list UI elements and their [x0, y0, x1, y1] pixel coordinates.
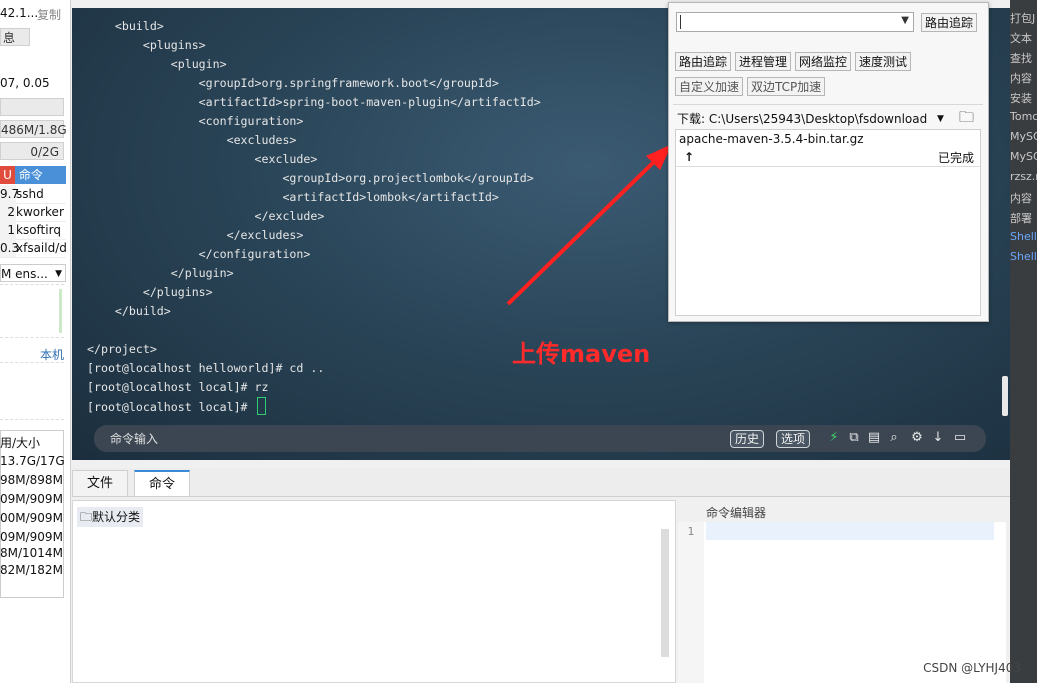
copy-link[interactable]: 复制	[37, 6, 61, 23]
tool-dual-tcp-accel[interactable]: 双边TCP加速	[747, 77, 826, 96]
copy-icon[interactable]: ⧉	[846, 430, 862, 446]
memory-bar: 486M/1.8G	[0, 120, 67, 138]
cpu-column-header[interactable]: U	[0, 166, 15, 184]
default-category[interactable]: 🗀默认分类	[77, 507, 144, 527]
tool-speed-test[interactable]: 速度测试	[855, 52, 912, 71]
command-input-bar[interactable]: 命令输入 历史 选项 ⚡ ⧉ ▤ ⌕ ⚙ ↓ ▭	[94, 425, 986, 452]
download-file-name: apache-maven-3.5.4-bin.tar.gz	[679, 132, 864, 146]
disk-row: 82M/182M	[0, 563, 63, 577]
latency-graph	[0, 362, 64, 420]
bottom-tabbar: 文件 命令	[72, 468, 1010, 497]
process-row[interactable]: 0.3xfsaild/d	[0, 239, 67, 258]
command-input-placeholder: 命令输入	[110, 432, 159, 446]
process-row[interactable]: 1ksoftirq	[0, 221, 66, 240]
network-interface-select[interactable]: M ens... ▼	[0, 264, 66, 282]
disk-row: 98M/898M	[0, 473, 63, 487]
info-button[interactable]: 息	[0, 28, 30, 46]
process-row[interactable]: 9.7sshd	[0, 185, 66, 204]
search-icon[interactable]: ⌕	[886, 430, 902, 446]
line-number-gutter: 1	[678, 522, 704, 683]
command-editor[interactable]: 1	[678, 522, 1006, 683]
command-editor-label: 命令编辑器	[706, 506, 767, 520]
annotation-label: 上传maven	[512, 340, 651, 368]
download-status: 已完成	[937, 151, 974, 165]
download-path-bar: 下载: C:\Users\25943\Desktop\fsdownload ▼ …	[677, 107, 983, 129]
history-button[interactable]: 历史	[730, 430, 765, 448]
left-sysinfo-panel: 42.1... 复制 息 07, 0.05 486M/1.8G 0/2G U 命…	[0, 0, 71, 683]
local-link[interactable]: 本机	[40, 346, 64, 363]
paste-icon[interactable]: ▤	[866, 430, 882, 446]
options-button[interactable]: 选项	[776, 430, 811, 448]
disk-row: 09M/909M	[0, 492, 63, 506]
command-category-panel: 🗀默认分类	[72, 500, 676, 683]
download-item[interactable]: apache-maven-3.5.4-bin.tar.gz ↑ 已完成	[676, 130, 980, 167]
host-label: 42.1...	[0, 6, 39, 20]
current-line-highlight	[706, 522, 994, 540]
process-table-header: U 命令	[0, 166, 66, 184]
chevron-down-icon[interactable]: ▼	[937, 109, 944, 129]
folder-icon[interactable]: 🗀	[959, 107, 974, 127]
tool-route-trace[interactable]: 路由追踪	[675, 52, 732, 71]
gear-icon[interactable]: ⚙	[909, 430, 925, 446]
maximize-icon[interactable]: ▭	[952, 430, 968, 446]
folder-icon: 🗀	[80, 510, 93, 524]
category-scrollbar[interactable]	[661, 529, 669, 657]
command-column-header[interactable]: 命令	[19, 168, 43, 182]
process-row[interactable]: 2kworker	[0, 203, 66, 222]
route-host-combobox[interactable]: ▼	[676, 12, 914, 32]
tab-files[interactable]: 文件	[72, 470, 129, 496]
load-average: 07, 0.05	[0, 76, 50, 90]
csdn-watermark: CSDN @LYHJ403	[923, 661, 1021, 675]
tool-custom-accel[interactable]: 自定义加速	[675, 77, 744, 96]
tab-commands[interactable]: 命令	[134, 470, 191, 496]
disk-column-header: 用/大小	[0, 436, 41, 450]
download-arrow-icon[interactable]: ↓	[930, 430, 946, 446]
network-graph	[0, 284, 64, 338]
disk-row: 00M/909M	[0, 511, 63, 525]
swap-bar: 0/2G	[0, 142, 64, 160]
download-label: 下载:	[677, 112, 706, 126]
lightning-icon[interactable]: ⚡	[826, 430, 842, 446]
download-list: apache-maven-3.5.4-bin.tar.gz ↑ 已完成	[675, 129, 981, 316]
upload-arrow-icon: ↑	[684, 150, 695, 164]
tools-popup: ▼ 路由追踪 路由追踪 进程管理 网络监控 速度测试 自定义加速 双边TCP加速…	[668, 2, 989, 322]
tool-network-monitor[interactable]: 网络监控	[795, 52, 852, 71]
cpu-bar	[0, 98, 64, 116]
download-path: C:\Users\25943\Desktop\fsdownload	[708, 112, 928, 126]
route-trace-button[interactable]: 路由追踪	[921, 13, 978, 32]
tool-process-manager[interactable]: 进程管理	[735, 52, 792, 71]
terminal-scrollbar[interactable]	[1002, 376, 1008, 416]
chevron-down-icon[interactable]: ▼	[901, 15, 909, 26]
background-window-strip: 打包J 文本 查找 内容 安装 Tomca MySQ MySQ rzsz.n 内…	[1010, 0, 1037, 683]
disk-row: 13.7G/17G	[0, 454, 65, 468]
